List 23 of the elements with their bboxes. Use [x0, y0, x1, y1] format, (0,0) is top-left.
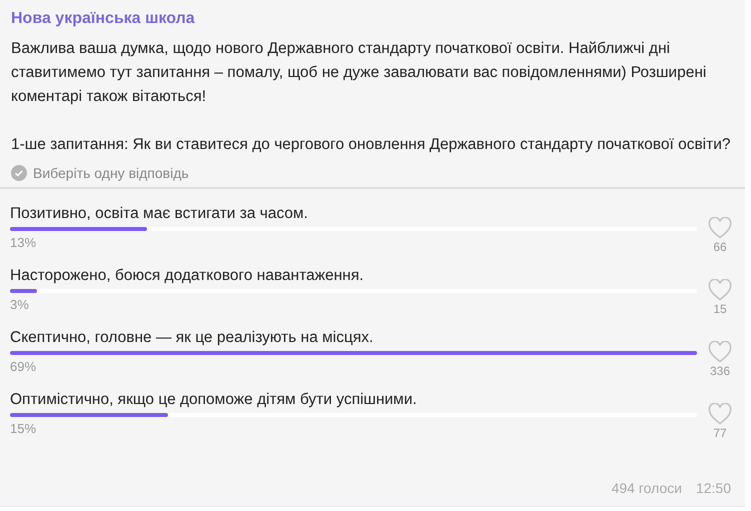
- like-count: 77: [713, 426, 727, 440]
- like-count: 336: [710, 364, 730, 378]
- vote-count: 494 голоси: [611, 480, 682, 496]
- message-text: 1-ше запитання: Як ви ставитеся до чергового оновлення Державного стандарту початкової освіти?: [11, 135, 732, 155]
- vote-percent: 69%: [10, 359, 38, 374]
- vote-percent: 13%: [10, 235, 38, 250]
- heart-icon[interactable]: [708, 341, 732, 363]
- like-count: 15: [713, 302, 727, 316]
- check-icon: [11, 165, 27, 181]
- channel-title[interactable]: Нова українська школа: [11, 8, 735, 30]
- message-text: Важлива ваша думка, щодо нового Державного стандарту початкової освіти. Найближчі дні ставитимемо тут запитання – помалу, щоб не дуже завалювати вас повідомленнями) Розширені коментарі також вітаються!: [11, 39, 708, 107]
- like-count: 66: [713, 240, 727, 254]
- vote-percent: 3%: [10, 297, 30, 312]
- poll-option[interactable]: Насторожено, боюся додаткового навантаження.: [10, 265, 697, 287]
- heart-icon[interactable]: [708, 279, 732, 301]
- vote-percent: 15%: [10, 421, 38, 436]
- heart-icon[interactable]: [708, 403, 732, 425]
- poll-option[interactable]: Позитивно, освіта має встигати за часом.: [10, 203, 697, 225]
- poll-option[interactable]: Скептично, головне — як це реалізують на місцях.: [10, 327, 697, 349]
- message-time: 12:50: [696, 480, 731, 496]
- heart-icon[interactable]: [708, 217, 732, 239]
- poll-option[interactable]: Оптимістично, якщо це допоможе дітям бути успішними.: [10, 389, 697, 411]
- poll-hint: Виберіть одну відповідь: [33, 165, 189, 181]
